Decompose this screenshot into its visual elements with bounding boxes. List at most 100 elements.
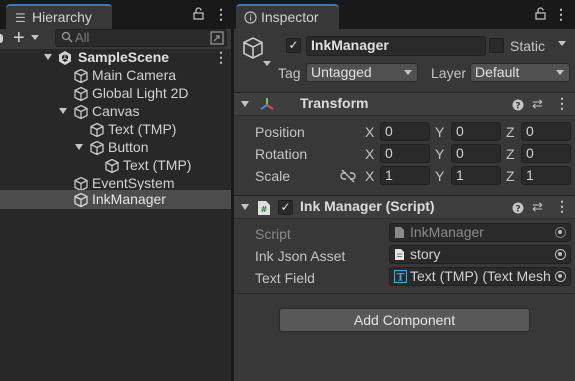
axis-x-label[interactable]: X — [365, 146, 374, 162]
component-menu-icon[interactable]: ⋮ — [555, 198, 569, 215]
gameobject-cube-icon — [104, 158, 120, 174]
inspector-tab[interactable]: Inspector — [236, 4, 339, 29]
axis-z-label[interactable]: Z — [506, 146, 515, 162]
axis-y-label[interactable]: Y — [435, 146, 444, 162]
tree-item-ink-manager-selected[interactable]: InkManager — [0, 190, 231, 209]
tree-item-label: Button — [108, 139, 149, 155]
inspector-panel: Inspector ⋮ ✓ InkManager Static Tag Unta… — [234, 0, 575, 381]
active-checkbox[interactable]: ✓ — [286, 38, 301, 53]
rotation-y-field[interactable]: 0 — [451, 144, 501, 163]
scene-row[interactable]: SampleScene ⋮ — [0, 49, 231, 67]
tree-item-label: InkManager — [92, 191, 166, 207]
expand-chevron-icon[interactable] — [75, 144, 83, 150]
object-name-field[interactable]: InkManager — [306, 36, 486, 56]
kebab-menu-icon[interactable]: ⋮ — [214, 6, 228, 23]
tag-label: Tag — [278, 65, 301, 81]
scene-menu-icon[interactable]: ⋮ — [214, 49, 228, 66]
tree-item-main-camera[interactable]: Main Camera — [0, 67, 231, 85]
lock-icon[interactable] — [535, 7, 546, 23]
position-x-field[interactable]: 0 — [380, 122, 430, 141]
help-icon[interactable]: ? — [512, 201, 524, 217]
svg-text:T: T — [397, 273, 405, 284]
search-options-icon[interactable] — [210, 31, 224, 48]
hierarchy-panel: ☰ Hierarchy ⋮ + All SampleScene ⋮ Main C… — [0, 0, 231, 381]
chevron-down-icon — [556, 70, 564, 75]
inspector-tab-label: Inspector — [261, 9, 319, 25]
position-z-field[interactable]: 0 — [521, 122, 571, 141]
axis-z-label[interactable]: Z — [506, 124, 515, 140]
scale-z-field[interactable]: 1 — [521, 166, 571, 185]
scale-x-field[interactable]: 1 — [380, 166, 430, 185]
search-icon — [61, 31, 73, 47]
tree-item-label: Text (TMP) — [108, 121, 177, 137]
gameobject-cube-icon — [89, 122, 105, 138]
tree-item-global-light[interactable]: Global Light 2D — [0, 85, 231, 103]
script-field: InkManager — [389, 223, 571, 242]
transform-axes-icon — [259, 96, 275, 115]
ink-json-asset-field[interactable]: story — [389, 245, 571, 264]
tree-item-text-tmp[interactable]: Text (TMP) — [0, 121, 231, 139]
add-button[interactable]: + — [13, 27, 25, 50]
object-picker-icon — [555, 227, 566, 238]
tree-item-button-text-tmp[interactable]: Text (TMP) — [0, 157, 231, 175]
position-label: Position — [255, 124, 305, 140]
foldout-chevron-icon[interactable] — [241, 204, 249, 210]
text-field-value: Text (TMP) (Text Mesh — [410, 268, 551, 284]
script-label: Script — [255, 226, 291, 242]
gameobject-cube-icon — [73, 104, 89, 120]
ink-json-asset-value: story — [410, 246, 441, 262]
ink-json-asset-label: Ink Json Asset — [255, 248, 346, 264]
text-field-label: Text Field — [255, 270, 315, 286]
transform-header[interactable]: Transform ? ⇄ ⋮ — [234, 92, 575, 116]
section-divider — [234, 293, 575, 294]
transform-title: Transform — [300, 95, 369, 111]
rotation-label: Rotation — [255, 146, 308, 162]
presets-icon[interactable]: ⇄ — [532, 199, 543, 215]
tag-dropdown[interactable]: Untagged — [306, 63, 418, 82]
svg-text:?: ? — [515, 205, 520, 215]
position-y-field[interactable]: 0 — [451, 122, 501, 141]
scene-name: SampleScene — [78, 49, 170, 65]
gameobject-cube-icon — [73, 192, 89, 208]
axis-y-label[interactable]: Y — [435, 168, 444, 184]
object-picker-icon[interactable] — [555, 249, 566, 260]
presets-icon[interactable]: ⇄ — [532, 96, 543, 112]
scale-y-field[interactable]: 1 — [451, 166, 501, 185]
icon-dropdown-chevron-icon[interactable] — [263, 61, 271, 66]
help-icon[interactable]: ? — [512, 98, 524, 114]
tree-item-label: Global Light 2D — [92, 85, 189, 101]
constrain-proportions-icon[interactable] — [340, 169, 356, 186]
kebab-menu-icon[interactable]: ⋮ — [554, 6, 568, 23]
scene-expand-chevron-icon[interactable] — [44, 54, 52, 60]
script-component-title: Ink Manager (Script) — [300, 198, 435, 214]
axis-y-label[interactable]: Y — [435, 124, 444, 140]
gameobject-cube-icon — [89, 140, 105, 156]
rotation-x-field[interactable]: 0 — [380, 144, 430, 163]
add-component-button[interactable]: Add Component — [279, 308, 530, 332]
component-enabled-checkbox[interactable]: ✓ — [278, 200, 293, 215]
ink-manager-script-header[interactable]: # ✓ Ink Manager (Script) ? ⇄ ⋮ — [234, 195, 575, 219]
axis-x-label[interactable]: X — [365, 168, 374, 184]
tag-value: Untagged — [311, 64, 372, 80]
layer-dropdown[interactable]: Default — [470, 63, 570, 82]
hierarchy-tab[interactable]: ☰ Hierarchy — [6, 4, 112, 29]
chevron-down-icon — [404, 70, 412, 75]
rotation-z-field[interactable]: 0 — [521, 144, 571, 163]
axis-z-label[interactable]: Z — [506, 168, 515, 184]
axis-x-label[interactable]: X — [365, 124, 374, 140]
text-field-reference[interactable]: T Text (TMP) (Text Mesh — [389, 267, 571, 286]
search-input[interactable]: All — [55, 29, 227, 47]
add-dropdown-chevron-icon[interactable] — [31, 35, 39, 40]
expand-chevron-icon[interactable] — [59, 108, 67, 114]
gameobject-large-icon[interactable] — [241, 36, 265, 65]
component-menu-icon[interactable]: ⋮ — [555, 95, 569, 112]
static-dropdown-chevron-icon[interactable] — [558, 41, 566, 46]
foldout-chevron-icon[interactable] — [241, 101, 249, 107]
text-asset-icon — [394, 248, 405, 263]
static-checkbox[interactable] — [489, 38, 504, 53]
tree-item-button[interactable]: Button — [0, 139, 231, 157]
object-picker-icon[interactable] — [555, 271, 566, 282]
lock-icon[interactable] — [193, 7, 204, 23]
scale-label: Scale — [255, 168, 291, 184]
tree-item-canvas[interactable]: Canvas — [0, 103, 231, 121]
